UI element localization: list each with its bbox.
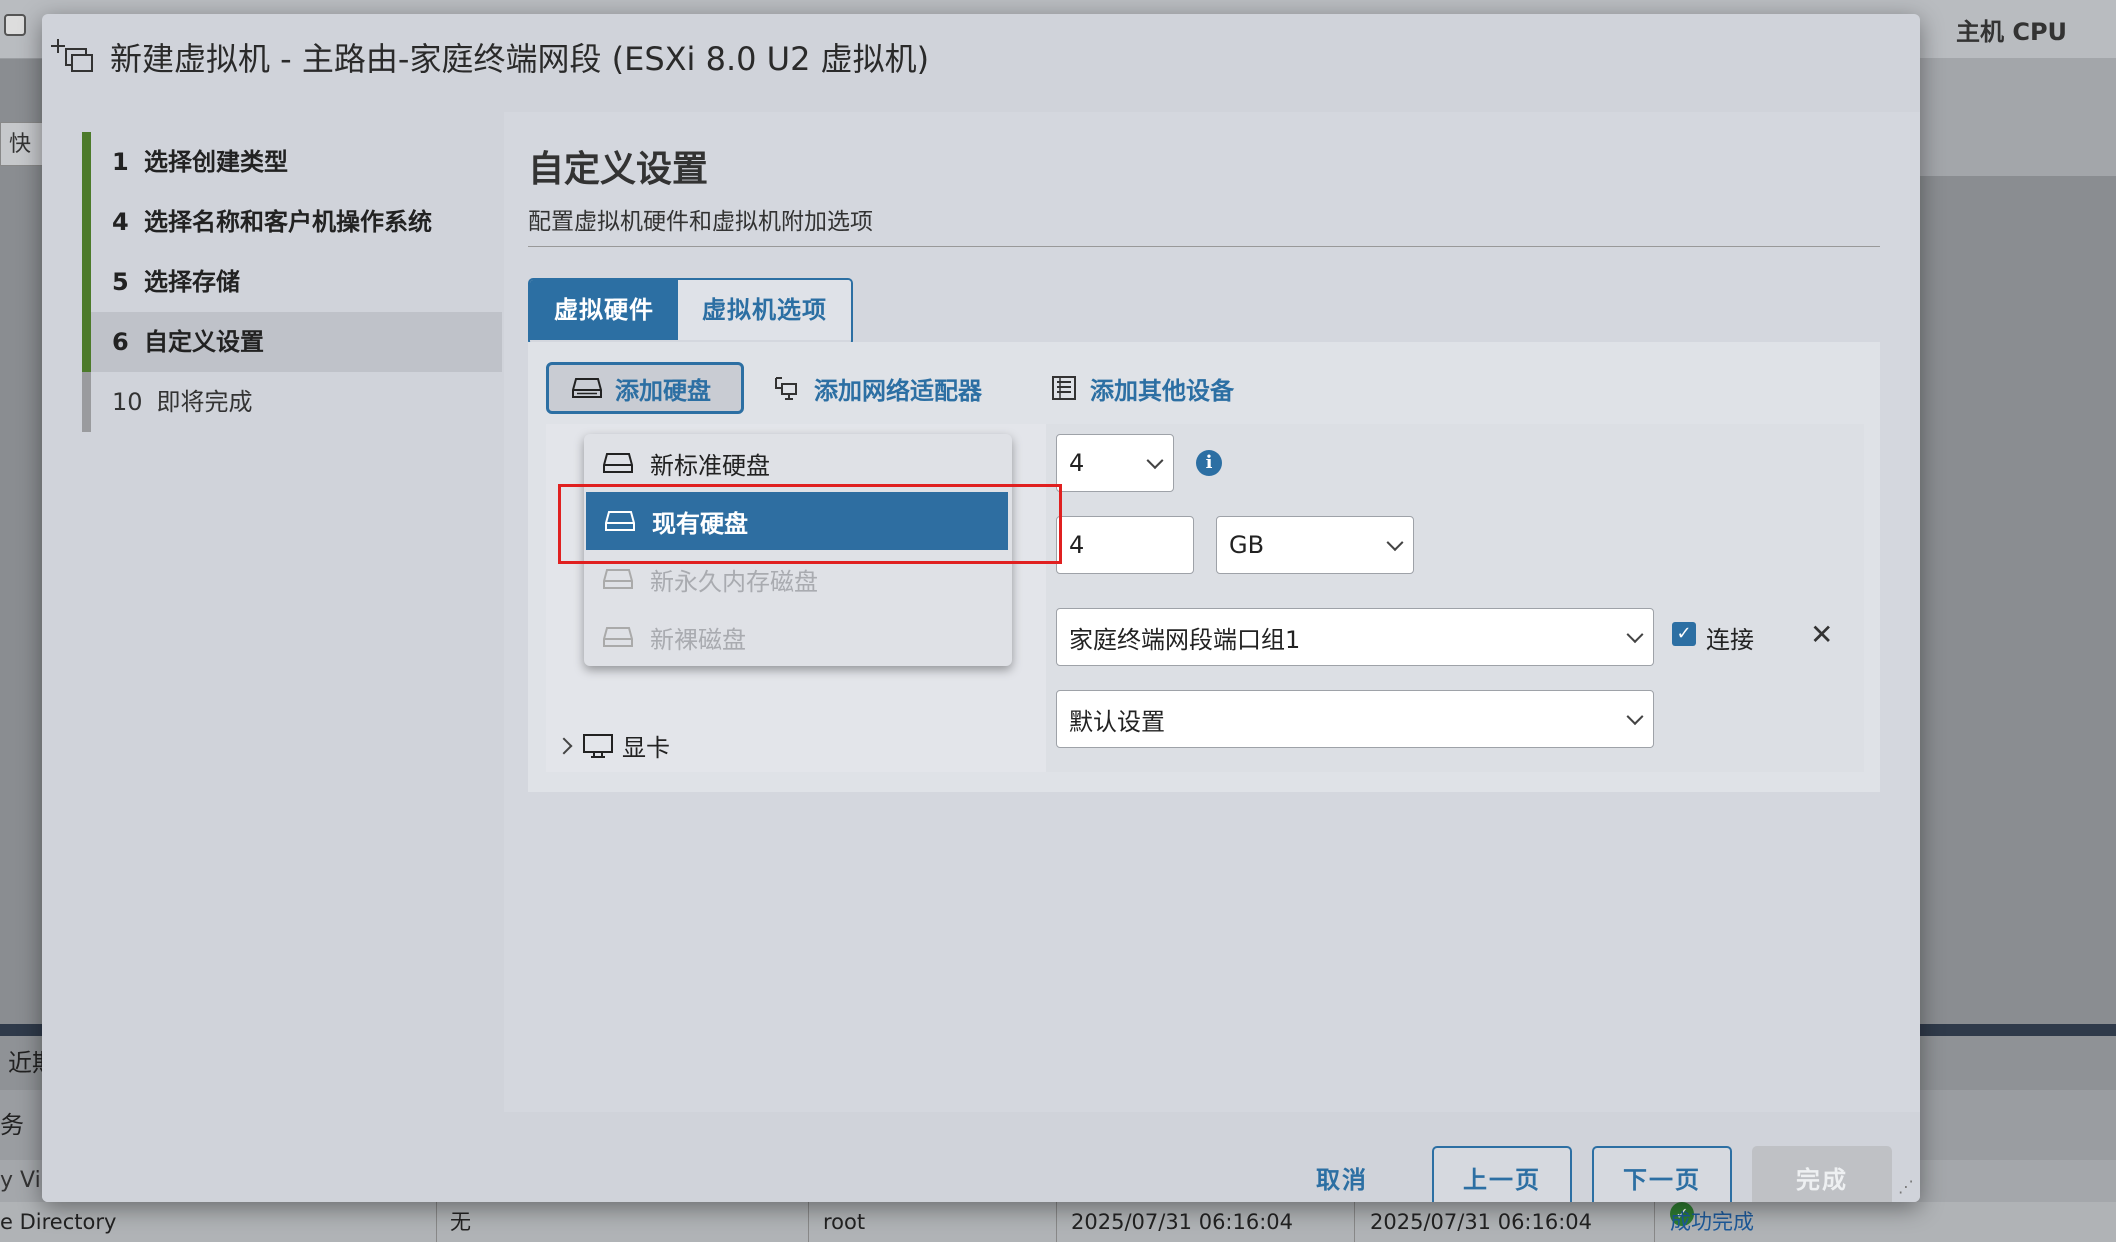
dialog-title: 新建虚拟机 - 主路由-家庭终端网段 (ESXi 8.0 U2 虚拟机) [50,34,929,80]
task-target-cell: 无 [450,1210,471,1234]
add-network-adapter-button[interactable]: 添加网络适配器 [772,362,982,414]
tab-vm-options[interactable]: 虚拟机选项 [678,280,851,340]
column-divider [1354,1202,1355,1242]
wizard-step-4[interactable]: 4 选择名称和客户机操作系统 [82,192,502,252]
cpu-count-value: 4 [1069,449,1085,477]
dialog-footer: 取消 上一页 下一页 完成 ⋰ [42,1112,1920,1202]
column-divider [436,1202,437,1242]
task-name-cell: y Vi [0,1168,41,1193]
memory-size-input[interactable]: 4 [1056,516,1194,574]
display-card-label: 显卡 [622,734,670,762]
connect-label: 连接 [1706,626,1754,654]
chevron-down-icon [1386,534,1404,552]
cpu-count-select[interactable]: 4 [1056,434,1174,492]
quick-filter-button[interactable]: 快速 [0,122,44,166]
page-title: 自定义设置 [528,149,709,190]
dialog-title-text: 新建虚拟机 - 主路由-家庭终端网段 (ESXi 8.0 U2 虚拟机) [110,40,930,78]
column-divider [1654,1202,1655,1242]
back-button[interactable]: 上一页 [1432,1146,1572,1202]
task-started-cell: 2025/07/31 06:16:04 [1370,1210,1593,1234]
menu-item-label: 新永久内存磁盘 [650,567,818,596]
memory-unit-select[interactable]: GB [1216,516,1414,574]
step-number: 4 [112,208,129,236]
hard-disk-icon [603,569,633,589]
menu-item-new-raw-disk: 新裸磁盘 [584,608,1012,666]
settings-tabs: 虚拟硬件 虚拟机选项 [528,278,853,346]
wizard-step-1[interactable]: 1 选择创建类型 [82,132,502,192]
host-cpu-column-header[interactable]: 主机 CPU [1956,12,2067,47]
step-number: 5 [112,268,129,296]
next-button[interactable]: 下一页 [1592,1146,1732,1202]
step-number: 6 [112,328,129,356]
info-icon[interactable]: i [1196,450,1222,476]
hard-disk-icon [603,453,633,473]
highlight-annotation-box [558,484,1062,564]
menu-item-label: 新标准硬盘 [650,451,770,480]
display-card-row: 显卡 默认设置 [546,680,1864,772]
column-divider [1056,1202,1057,1242]
new-vm-icon [51,39,93,72]
memory-unit-value: GB [1229,531,1265,559]
wizard-step-5[interactable]: 5 选择存储 [82,252,502,312]
remove-device-icon[interactable]: ✕ [1810,618,1833,651]
menu-item-label: 新裸磁盘 [650,625,746,654]
cancel-button[interactable]: 取消 [1282,1146,1402,1202]
chevron-down-icon [1626,626,1644,644]
step-number: 10 [112,388,143,416]
display-card-expander[interactable]: 显卡 [555,728,670,763]
finish-button: 完成 [1752,1146,1892,1202]
add-network-label: 添加网络适配器 [814,376,982,405]
network-adapter-icon [775,377,797,400]
task-user-cell: root [823,1210,866,1234]
recent-task-row[interactable]: e Directory 无 root 2025/07/31 06:16:04 2… [0,1202,2116,1242]
other-device-icon [1052,376,1076,400]
add-other-label: 添加其他设备 [1090,376,1234,405]
memory-size-value: 4 [1069,531,1085,559]
resize-handle-icon[interactable]: ⋰ [1898,1177,1914,1196]
step-label: 选择创建类型 [144,148,288,176]
hard-disk-icon [603,627,633,647]
wizard-step-6[interactable]: 6 自定义设置 [82,312,502,372]
tab-virtual-hardware[interactable]: 虚拟硬件 [530,280,678,340]
connect-checkbox[interactable]: ✓ [1672,622,1696,646]
page-subtitle: 配置虚拟机硬件和虚拟机附加选项 [528,209,873,235]
new-vm-wizard-dialog: 新建虚拟机 - 主路由-家庭终端网段 (ESXi 8.0 U2 虚拟机) 1 选择… [42,14,1920,1202]
select-all-checkbox[interactable] [4,14,26,36]
step-label: 即将完成 [156,388,253,416]
add-disk-button[interactable]: 添加硬盘 [546,362,744,414]
hard-disk-icon [572,378,602,398]
chevron-down-icon [1146,452,1164,470]
background-panel [1920,58,2116,176]
step-label: 选择存储 [144,268,240,296]
display-settings-value: 默认设置 [1069,707,1165,736]
step-number: 1 [112,148,129,176]
port-group-select[interactable]: 家庭终端网段端口组1 [1056,608,1654,666]
column-divider [808,1202,809,1242]
step-label: 自定义设置 [144,328,264,356]
wizard-steps-sidebar: 1 选择创建类型 4 选择名称和客户机操作系统 5 选择存储 6 自定义设置 10 即将完… [42,112,502,1112]
chevron-down-icon [1626,708,1644,726]
task-column-header[interactable]: 务 [0,1090,24,1160]
chevron-right-icon [555,737,573,754]
task-name-cell: e Directory [0,1210,117,1234]
title-divider [528,246,1880,247]
port-group-value: 家庭终端网段端口组1 [1069,625,1301,654]
add-disk-label: 添加硬盘 [615,376,711,405]
display-settings-select[interactable]: 默认设置 [1056,690,1654,748]
hardware-toolbar: 添加硬盘 添加网络适配器 添加其他设备 [546,362,1234,414]
add-other-device-button[interactable]: 添加其他设备 [1050,362,1234,414]
wizard-step-10[interactable]: 10 即将完成 [82,372,502,432]
task-queued-cell: 2025/07/31 06:16:04 [1071,1210,1294,1234]
step-label: 选择名称和客户机操作系统 [144,208,432,236]
task-status-text: 成功完成 [1670,1210,1754,1234]
monitor-icon [583,733,613,758]
